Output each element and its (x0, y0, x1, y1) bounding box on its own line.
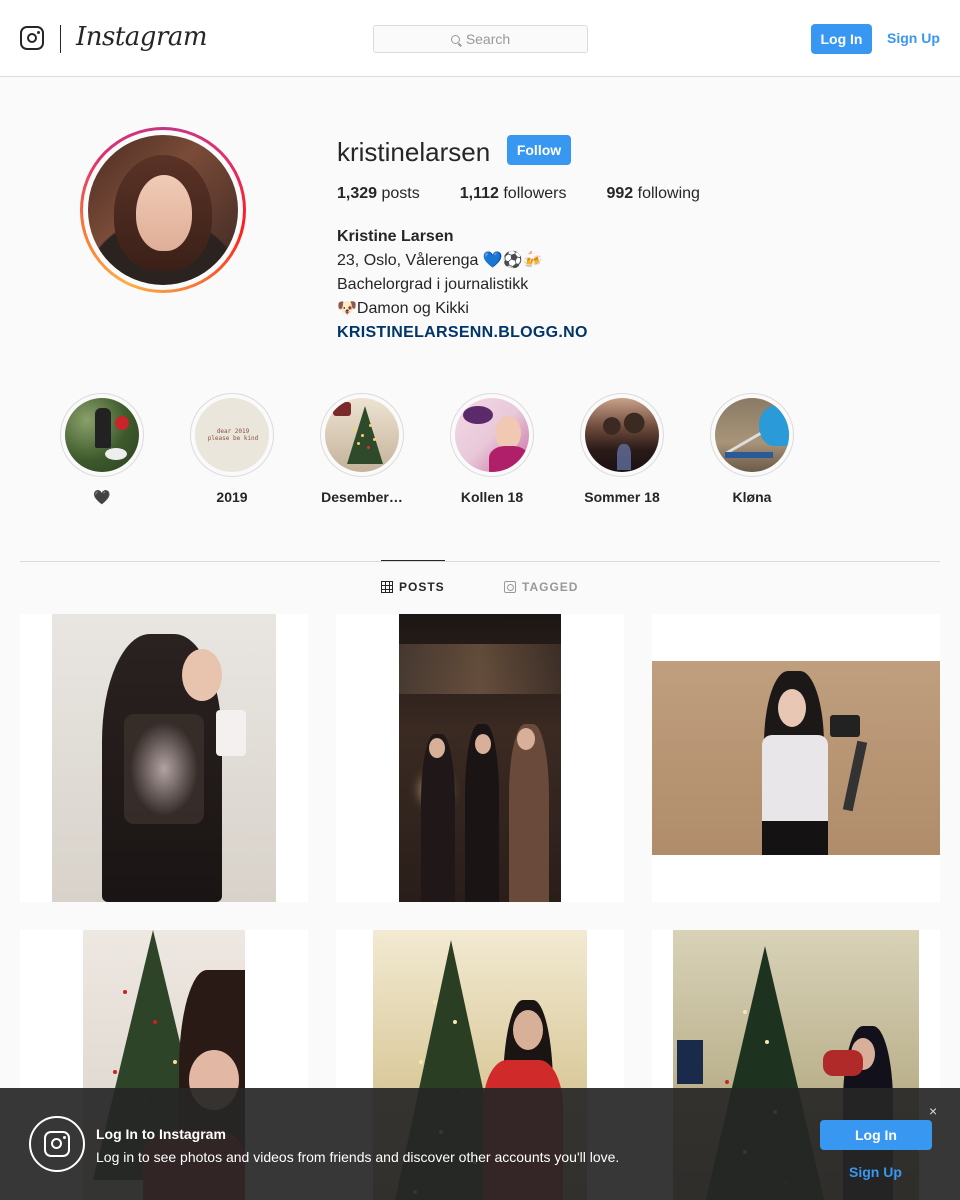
profile-username: kristinelarsen (337, 137, 491, 167)
tabs-divider (20, 561, 940, 562)
instagram-wordmark[interactable]: Instagram (76, 22, 208, 52)
follow-button[interactable]: Follow (507, 135, 571, 165)
bio-line: 23, Oslo, Vålerenga 💙⚽🍻 (337, 252, 543, 269)
profile-stats: 1,329 posts 1,112 followers 992 followin… (337, 185, 740, 203)
search-input[interactable]: Search (373, 25, 588, 53)
highlight-cover-ring (450, 393, 534, 477)
search-placeholder: Search (465, 31, 511, 47)
bio-line: 🐶Damon og Kikki (337, 300, 469, 317)
highlight-cover-ring (320, 393, 404, 477)
search-icon (450, 34, 460, 44)
highlight-cover-ring (580, 393, 664, 477)
following-count[interactable]: 992 following (607, 185, 700, 203)
post-image (399, 614, 561, 902)
instagram-logo-icon (29, 1116, 85, 1172)
highlight-label: Kløna (732, 489, 772, 505)
login-button[interactable]: Log In (811, 24, 872, 54)
post-thumbnail[interactable] (336, 614, 624, 902)
post-image (52, 614, 276, 902)
bio-website-link[interactable]: KRISTINELARSENN.BLOGG.NO (337, 321, 588, 345)
signup-link[interactable]: Sign Up (887, 30, 940, 46)
highlight-cover (455, 398, 529, 472)
highlight-label: 2019 (216, 489, 248, 505)
banner-title: Log In to Instagram (96, 1126, 226, 1142)
highlight-cover (325, 398, 399, 472)
grid-icon (381, 581, 393, 593)
tagged-icon (504, 581, 516, 593)
highlight-cover-ring: dear 2019 please be kind (190, 393, 274, 477)
tab-posts[interactable]: POSTS (381, 580, 445, 594)
profile-full-name: Kristine Larsen (337, 228, 454, 245)
instagram-logo-icon[interactable] (20, 26, 44, 50)
highlight-cover-ring (60, 393, 144, 477)
logo-divider (60, 25, 61, 53)
highlight-cover: dear 2019 please be kind (195, 398, 269, 472)
post-image (652, 661, 940, 855)
highlight-cover (65, 398, 139, 472)
tab-posts-label: POSTS (399, 580, 445, 594)
top-navigation: Instagram Search Log In Sign Up (0, 0, 960, 77)
banner-description: Log in to see photos and videos from fri… (96, 1149, 620, 1165)
profile-bio: Kristine Larsen 23, Oslo, Vålerenga 💙⚽🍻 … (337, 225, 588, 345)
avatar-story-ring[interactable] (80, 127, 246, 293)
post-thumbnail[interactable] (652, 614, 940, 902)
active-tab-indicator (381, 560, 445, 561)
posts-count: 1,329 posts (337, 185, 420, 202)
highlight-label: 🖤 (93, 489, 111, 505)
followers-count[interactable]: 1,112 followers (460, 185, 567, 203)
highlight-cover-text: dear 2019 please be kind (207, 428, 259, 442)
highlight-cover-ring (710, 393, 794, 477)
highlight-cover (585, 398, 659, 472)
bio-line: Bachelorgrad i journalistikk (337, 276, 529, 293)
tab-tagged[interactable]: TAGGED (504, 580, 578, 594)
post-thumbnail[interactable] (20, 614, 308, 902)
highlight-label: Kollen 18 (460, 489, 524, 505)
tab-tagged-label: TAGGED (522, 580, 579, 594)
login-prompt-banner: Log In to Instagram Log in to see photos… (0, 1088, 960, 1200)
avatar[interactable] (88, 135, 238, 285)
highlight-label: Desember… (321, 489, 403, 505)
banner-signup-link[interactable]: Sign Up (849, 1164, 902, 1180)
highlight-label: Sommer 18 (584, 489, 660, 505)
close-icon[interactable]: × (929, 1103, 937, 1119)
banner-login-button[interactable]: Log In (820, 1120, 932, 1150)
highlight-cover (715, 398, 789, 472)
